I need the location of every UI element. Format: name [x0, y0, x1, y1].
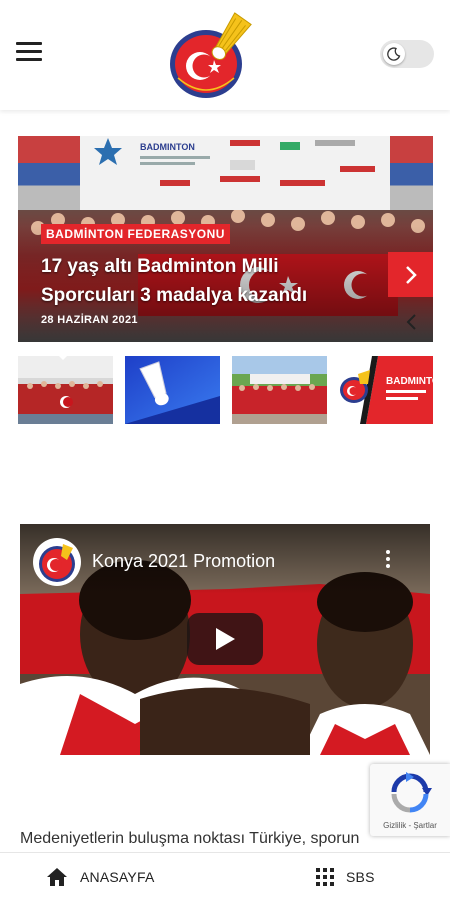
- slide-thumbnail-1[interactable]: [18, 356, 113, 424]
- slide-thumbnail-3[interactable]: [232, 356, 327, 424]
- recaptcha-icon: [391, 772, 432, 813]
- category-badge[interactable]: BADMİNTON FEDERASYONU: [41, 224, 230, 244]
- active-thumbnail-indicator: [53, 350, 73, 360]
- thumbnail-banner-text: BADMINTON: [386, 376, 433, 387]
- banner-text: BADMINTON: [140, 142, 195, 152]
- more-options-icon[interactable]: [382, 550, 394, 574]
- prev-slide-button[interactable]: [396, 307, 426, 337]
- grid-icon: [316, 868, 334, 886]
- dark-mode-toggle[interactable]: [380, 40, 434, 68]
- nav-home[interactable]: ANASAYFA: [46, 853, 154, 900]
- channel-avatar[interactable]: [33, 538, 81, 586]
- app-screen: BADMINTON BADMİNTON FEDERASYONU 17 yaş a…: [0, 0, 450, 900]
- nav-sbs-label: SBS: [346, 869, 375, 885]
- intro-text: Medeniyetlerin buluşma noktası Türkiye, …: [20, 830, 360, 847]
- slide-date: 28 HAZİRAN 2021: [41, 314, 138, 326]
- federation-logo[interactable]: [166, 12, 258, 100]
- slide-title[interactable]: 17 yaş altı Badminton Milli Sporcuları 3…: [41, 252, 341, 310]
- hamburger-menu-icon[interactable]: [16, 42, 42, 64]
- nav-sbs[interactable]: SBS: [316, 853, 375, 900]
- event-banner: BADMINTON: [80, 136, 390, 210]
- nav-home-label: ANASAYFA: [80, 869, 155, 885]
- play-button[interactable]: [187, 613, 263, 665]
- play-icon: [216, 628, 235, 650]
- news-slider[interactable]: BADMINTON BADMİNTON FEDERASYONU 17 yaş a…: [18, 136, 433, 342]
- chevron-left-icon: [406, 314, 416, 330]
- moon-icon: [383, 43, 405, 65]
- video-title[interactable]: Konya 2021 Promotion: [92, 551, 275, 572]
- home-icon: [47, 868, 67, 886]
- chevron-right-icon: [405, 265, 417, 284]
- slide-thumbnail-4[interactable]: BADMINTON: [338, 356, 433, 424]
- next-slide-button[interactable]: [388, 252, 433, 297]
- slide-thumbnail-2[interactable]: [125, 356, 220, 424]
- top-app-bar: [0, 0, 450, 110]
- recaptcha-links[interactable]: Gizlilik - Şartlar: [370, 821, 450, 830]
- bottom-navigation: ANASAYFA SBS: [0, 852, 450, 900]
- video-player[interactable]: Konya 2021 Promotion: [20, 524, 430, 755]
- recaptcha-badge[interactable]: Gizlilik - Şartlar: [370, 764, 450, 836]
